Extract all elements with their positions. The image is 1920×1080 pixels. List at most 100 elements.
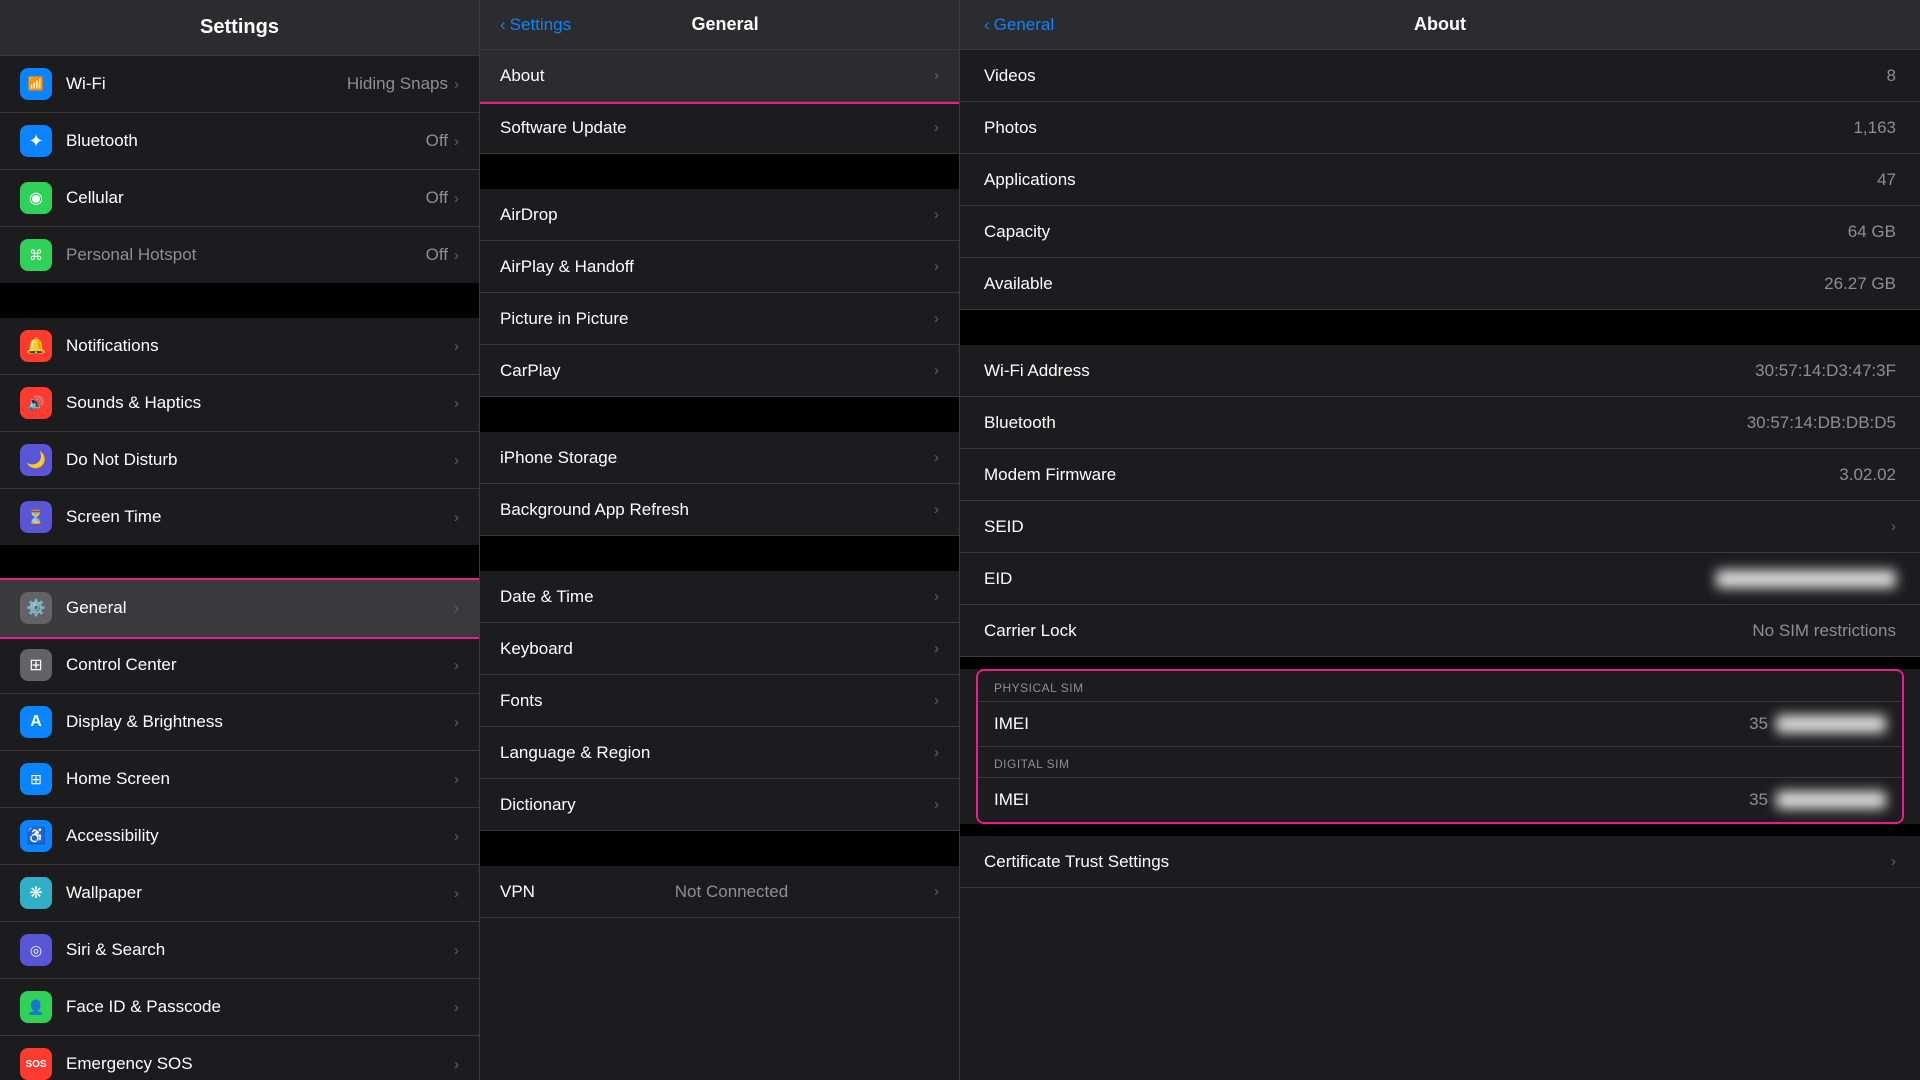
about-bluetooth-value: 30:57:14:DB:DB:D5 [1747, 413, 1896, 433]
about-row-bluetooth[interactable]: Bluetooth 30:57:14:DB:DB:D5 [960, 397, 1920, 449]
middle-row-about[interactable]: About › [480, 50, 959, 102]
about-row-wifiaddress[interactable]: Wi-Fi Address 30:57:14:D3:47:3F [960, 345, 1920, 397]
settings-row-bluetooth[interactable]: ✦ Bluetooth Off › [0, 113, 479, 170]
wifi-value: Hiding Snaps [347, 74, 448, 94]
settings-row-accessibility[interactable]: ♿ Accessibility › [0, 808, 479, 865]
settings-row-sos[interactable]: SOS Emergency SOS › [0, 1036, 479, 1080]
wallpaper-chevron: › [454, 885, 459, 902]
about-chevron: › [934, 67, 939, 84]
fonts-chevron: › [934, 692, 939, 709]
about-row-capacity[interactable]: Capacity 64 GB [960, 206, 1920, 258]
middle-back-button[interactable]: ‹ Settings [500, 15, 571, 35]
bluetooth-label: Bluetooth [66, 131, 426, 151]
middle-row-datetime[interactable]: Date & Time › [480, 571, 959, 623]
settings-row-general[interactable]: ⚙️ General › [0, 580, 479, 637]
languageregion-label: Language & Region [500, 743, 650, 763]
middle-row-airplay[interactable]: AirPlay & Handoff › [480, 241, 959, 293]
settings-row-sounds[interactable]: 🔊 Sounds & Haptics › [0, 375, 479, 432]
about-bluetooth-label: Bluetooth [984, 413, 1056, 433]
about-row-eid[interactable]: EID [960, 553, 1920, 605]
accessibility-icon: ♿ [20, 820, 52, 852]
settings-row-siri[interactable]: ◎ Siri & Search › [0, 922, 479, 979]
cellular-icon: ◉ [20, 182, 52, 214]
middle-row-iphonestorage[interactable]: iPhone Storage › [480, 432, 959, 484]
middle-panel-title: General [571, 14, 879, 35]
about-row-carrierlock[interactable]: Carrier Lock No SIM restrictions [960, 605, 1920, 657]
right-back-button[interactable]: ‹ General [984, 15, 1074, 35]
certtrust-chevron: › [1891, 853, 1896, 870]
faceid-icon: 👤 [20, 991, 52, 1023]
about-row-photos[interactable]: Photos 1,163 [960, 102, 1920, 154]
settings-row-homescreen[interactable]: ⊞ Home Screen › [0, 751, 479, 808]
settings-row-screentime[interactable]: ⏳ Screen Time › [0, 489, 479, 545]
separator-2 [0, 545, 479, 580]
digital-imei-value: 35 [1749, 790, 1886, 810]
applications-value: 47 [1877, 170, 1896, 190]
notifications-label: Notifications [66, 336, 454, 356]
middle-row-languageregion[interactable]: Language & Region › [480, 727, 959, 779]
sounds-icon: 🔊 [20, 387, 52, 419]
about-row-videos[interactable]: Videos 8 [960, 50, 1920, 102]
accessibility-label: Accessibility [66, 826, 454, 846]
middle-row-carplay[interactable]: CarPlay › [480, 345, 959, 397]
controlcenter-label: Control Center [66, 655, 454, 675]
capacity-value: 64 GB [1848, 222, 1896, 242]
settings-row-faceid[interactable]: 👤 Face ID & Passcode › [0, 979, 479, 1036]
settings-row-controlcenter[interactable]: ⊞ Control Center › [0, 637, 479, 694]
bluetooth-chevron: › [454, 133, 459, 150]
controlcenter-chevron: › [454, 657, 459, 674]
mid-separator-4 [480, 831, 959, 866]
middle-row-pip[interactable]: Picture in Picture › [480, 293, 959, 345]
middle-row-airdrop[interactable]: AirDrop › [480, 189, 959, 241]
homescreen-chevron: › [454, 771, 459, 788]
about-row-seid[interactable]: SEID › [960, 501, 1920, 553]
middle-row-keyboard[interactable]: Keyboard › [480, 623, 959, 675]
settings-row-displaybrightness[interactable]: A Display & Brightness › [0, 694, 479, 751]
screentime-icon: ⏳ [20, 501, 52, 533]
right-separator-2 [960, 657, 1920, 669]
middle-back-label: Settings [510, 15, 571, 35]
screentime-chevron: › [454, 509, 459, 526]
right-separator-1 [960, 310, 1920, 345]
carrierlock-label: Carrier Lock [984, 621, 1077, 641]
vpn-label: VPN [500, 882, 535, 902]
languageregion-chevron: › [934, 744, 939, 761]
settings-row-donotdisturb[interactable]: 🌙 Do Not Disturb › [0, 432, 479, 489]
physical-imei-row[interactable]: IMEI 35 [978, 701, 1902, 746]
about-row-modemfirmware[interactable]: Modem Firmware 3.02.02 [960, 449, 1920, 501]
about-row-applications[interactable]: Applications 47 [960, 154, 1920, 206]
homescreen-label: Home Screen [66, 769, 454, 789]
settings-row-wifi[interactable]: 📶 Wi-Fi Hiding Snaps › [0, 56, 479, 113]
faceid-label: Face ID & Passcode [66, 997, 454, 1017]
middle-row-fonts[interactable]: Fonts › [480, 675, 959, 727]
digital-imei-row[interactable]: IMEI 35 [978, 777, 1902, 822]
videos-value: 8 [1887, 66, 1896, 86]
settings-row-hotspot[interactable]: ⌘ Personal Hotspot Off › [0, 227, 479, 283]
certtrust-label: Certificate Trust Settings [984, 852, 1169, 872]
airdrop-chevron: › [934, 206, 939, 223]
wallpaper-icon: ❋ [20, 877, 52, 909]
displaybrightness-chevron: › [454, 714, 459, 731]
bluetooth-icon: ✦ [20, 125, 52, 157]
cellular-label: Cellular [66, 188, 426, 208]
middle-row-vpn[interactable]: VPN Not Connected › [480, 866, 959, 918]
about-row-certtrust[interactable]: Certificate Trust Settings › [960, 836, 1920, 888]
notifications-group: 🔔 Notifications › 🔊 Sounds & Haptics › 🌙… [0, 318, 479, 545]
physical-imei-prefix: 35 [1749, 714, 1768, 734]
datetime-chevron: › [934, 588, 939, 605]
settings-row-cellular[interactable]: ◉ Cellular Off › [0, 170, 479, 227]
donotdisturb-icon: 🌙 [20, 444, 52, 476]
settings-row-wallpaper[interactable]: ❋ Wallpaper › [0, 865, 479, 922]
middle-row-softwareupdate[interactable]: Software Update › [480, 102, 959, 154]
middle-row-dictionary[interactable]: Dictionary › [480, 779, 959, 831]
wifi-chevron: › [454, 76, 459, 93]
videos-label: Videos [984, 66, 1036, 86]
about-label: About [500, 66, 544, 86]
digital-sim-label: DIGITAL SIM [994, 757, 1070, 771]
middle-row-backgroundapp[interactable]: Background App Refresh › [480, 484, 959, 536]
cellular-chevron: › [454, 190, 459, 207]
physical-sim-header: PHYSICAL SIM [978, 671, 1902, 701]
about-row-available[interactable]: Available 26.27 GB [960, 258, 1920, 310]
capacity-label: Capacity [984, 222, 1050, 242]
settings-row-notifications[interactable]: 🔔 Notifications › [0, 318, 479, 375]
